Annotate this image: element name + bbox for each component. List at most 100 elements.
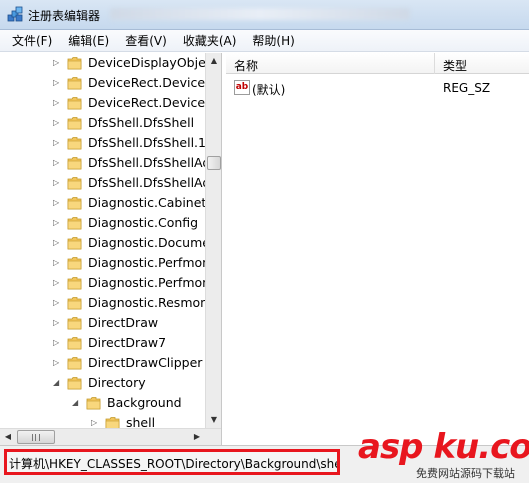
folder-icon (67, 77, 82, 90)
tree-horizontal-scrollbar[interactable]: ◀ ▶ (0, 428, 221, 445)
expand-arrow-icon[interactable]: ▷ (53, 218, 62, 228)
vertical-scroll-thumb[interactable] (207, 156, 221, 170)
tree-item-label: Directory (88, 375, 146, 390)
tree-item[interactable]: ▷ DfsShell.DfsShell (0, 113, 205, 133)
tree-item-label: Diagnostic.Cabinet (88, 195, 205, 210)
expand-arrow-icon[interactable]: ▷ (53, 138, 62, 148)
folder-icon (67, 277, 82, 290)
folder-icon (67, 157, 82, 170)
menu-view[interactable]: 查看(V) (117, 30, 175, 51)
expand-arrow-icon[interactable]: ▷ (53, 178, 62, 188)
tree-item-label: Diagnostic.Perfmon. (88, 255, 205, 270)
expand-arrow-icon[interactable]: ▷ (53, 298, 62, 308)
tree-item[interactable]: ▷ DeviceRect.DeviceRe (0, 73, 205, 93)
folder-icon (67, 237, 82, 250)
value-name: (默认) (252, 83, 286, 97)
expand-arrow-icon[interactable]: ▷ (53, 258, 62, 268)
tree-item[interactable]: ▷ DeviceDisplayObject (0, 53, 205, 73)
tree-item-label: DfsShell.DfsShell (88, 115, 195, 130)
tree-item-label: DirectDraw7 (88, 335, 167, 350)
tree-item-label: DfsShell.DfsShellAdr (88, 155, 205, 170)
tree-item[interactable]: ▷ Diagnostic.Documer (0, 233, 205, 253)
tree-item-label: DeviceRect.DeviceRe (88, 75, 205, 90)
folder-icon (67, 117, 82, 130)
expand-arrow-icon[interactable]: ▷ (91, 418, 100, 428)
status-path: 计算机\HKEY_CLASSES_ROOT\Directory\Backgrou… (9, 457, 340, 471)
ab-string-icon: ab (234, 80, 250, 95)
folder-icon (67, 357, 82, 370)
list-header: 名称 类型 (226, 53, 529, 74)
registry-editor-icon (7, 6, 23, 22)
tree-item-label: Background (107, 395, 182, 410)
watermark-logo: asp ku.com (358, 427, 529, 467)
expand-arrow-icon[interactable]: ▷ (53, 278, 62, 288)
menu-file[interactable]: 文件(F) (4, 30, 60, 51)
folder-icon (67, 97, 82, 110)
column-divider[interactable] (434, 53, 435, 74)
menu-help[interactable]: 帮助(H) (244, 30, 302, 51)
watermark-subtitle: 免费网站源码下载站 (416, 467, 515, 480)
tree-item[interactable]: ▷ DirectDraw (0, 313, 205, 333)
tree-item[interactable]: ▷ Diagnostic.Config (0, 213, 205, 233)
tree-item-label: Diagnostic.Documer (88, 235, 205, 250)
title-bar[interactable]: 注册表编辑器 (0, 0, 529, 30)
expand-arrow-icon[interactable]: ▷ (53, 58, 62, 68)
tree-item[interactable]: ▷ DfsShell.DfsShell.1 (0, 133, 205, 153)
scroll-right-icon[interactable]: ▶ (189, 429, 205, 445)
folder-icon (67, 177, 82, 190)
folder-icon (67, 217, 82, 230)
expand-arrow-icon[interactable]: ▷ (53, 318, 62, 328)
watermark: asp ku.com 免费网站源码下载站 (338, 425, 529, 483)
value-list[interactable]: 名称 类型 ab (默认) REG_SZ (226, 53, 529, 445)
horizontal-scroll-thumb[interactable] (17, 430, 55, 444)
scroll-grip-icon (32, 434, 40, 441)
folder-icon (67, 257, 82, 270)
folder-icon (67, 197, 82, 210)
folder-icon (67, 377, 82, 390)
scroll-up-icon[interactable]: ▲ (206, 53, 221, 69)
column-header-type[interactable]: 类型 (443, 57, 467, 74)
list-item[interactable]: ab (默认) REG_SZ (226, 78, 529, 98)
value-type: REG_SZ (443, 81, 491, 95)
expand-arrow-icon[interactable]: ▷ (53, 78, 62, 88)
tree-item-label: Diagnostic.Perfmon. (88, 275, 205, 290)
open-folder-icon (86, 397, 101, 410)
tree-item-label: DeviceRect.DeviceRe (88, 95, 205, 110)
menu-favorites[interactable]: 收藏夹(A) (175, 30, 245, 51)
expand-arrow-icon[interactable]: ▷ (53, 98, 62, 108)
tree-item[interactable]: ▷ DfsShell.DfsShellAdr (0, 173, 205, 193)
expand-arrow-icon[interactable]: ▷ (53, 118, 62, 128)
folder-icon (67, 137, 82, 150)
window-title: 注册表编辑器 (28, 9, 101, 23)
column-header-name[interactable]: 名称 (234, 57, 258, 74)
tree-item-label: DfsShell.DfsShellAdr (88, 175, 205, 190)
expand-arrow-icon[interactable]: ▷ (53, 338, 62, 348)
tree-item[interactable]: ▷ Diagnostic.Cabinet (0, 193, 205, 213)
menu-edit[interactable]: 编辑(E) (60, 30, 117, 51)
menu-bar: 文件(F) 编辑(E) 查看(V) 收藏夹(A) 帮助(H) (0, 30, 529, 52)
tree-view: ▷ DeviceDisplayObject ▷ DeviceRect.DeviceRe… (0, 53, 205, 445)
scroll-left-icon[interactable]: ◀ (0, 429, 16, 445)
scroll-down-icon[interactable]: ▼ (206, 412, 221, 428)
tree-item-label: DirectDraw (88, 315, 159, 330)
tree-item[interactable]: ▷ DeviceRect.DeviceRe (0, 93, 205, 113)
tree-item[interactable]: ▷ DirectDraw7 (0, 333, 205, 353)
tree-item[interactable]: ▷ Diagnostic.Perfmon. (0, 253, 205, 273)
tree-item[interactable]: ◢ Background (0, 393, 205, 413)
tree-item[interactable]: ◢ Directory (0, 373, 205, 393)
expand-arrow-icon[interactable]: ▷ (53, 158, 62, 168)
tree-vertical-scrollbar[interactable]: ▲ ▼ (205, 53, 221, 428)
expand-arrow-icon[interactable]: ▷ (53, 198, 62, 208)
tree-item[interactable]: ▷ Diagnostic.Resmon.( (0, 293, 205, 313)
tree-item[interactable]: ▷ DfsShell.DfsShellAdr (0, 153, 205, 173)
expand-arrow-icon[interactable]: ▷ (53, 238, 62, 248)
title-blur-area (110, 8, 410, 20)
tree-item[interactable]: ▷ DirectDrawClipper (0, 353, 205, 373)
collapse-arrow-icon[interactable]: ◢ (53, 378, 62, 388)
collapse-arrow-icon[interactable]: ◢ (72, 398, 81, 408)
registry-tree[interactable]: ▷ DeviceDisplayObject ▷ DeviceRect.DeviceRe… (0, 53, 222, 445)
expand-arrow-icon[interactable]: ▷ (53, 358, 62, 368)
highlighted-path-box: 计算机\HKEY_CLASSES_ROOT\Directory\Backgrou… (4, 449, 340, 475)
folder-icon (67, 57, 82, 70)
tree-item[interactable]: ▷ Diagnostic.Perfmon. (0, 273, 205, 293)
